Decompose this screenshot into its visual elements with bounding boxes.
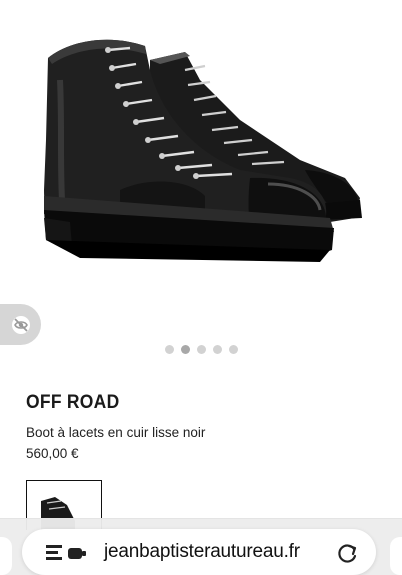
reload-icon[interactable]	[336, 541, 360, 565]
address-bar[interactable]: jeanbaptisterautureau.fr	[22, 529, 376, 575]
product-title: OFF ROAD	[26, 392, 120, 413]
pager-dot[interactable]	[196, 345, 206, 354]
product-description: Boot à lacets en cuir lisse noir	[26, 425, 206, 440]
boots-photo	[44, 39, 362, 262]
previous-tab-edge[interactable]	[0, 537, 12, 575]
pager-dot[interactable]	[228, 345, 238, 354]
product-image[interactable]	[0, 0, 402, 330]
url-text[interactable]: jeanbaptisterautureau.fr	[104, 541, 300, 563]
pager-dot[interactable]	[164, 345, 174, 354]
browser-bottom-bar: jeanbaptisterautureau.fr	[0, 518, 402, 575]
pager-dot[interactable]	[212, 345, 222, 354]
product-price: 560,00 €	[26, 446, 79, 461]
image-pager	[0, 345, 402, 355]
reader-mode-icon[interactable]	[44, 543, 90, 563]
pager-dot-active[interactable]	[180, 345, 190, 354]
next-tab-edge[interactable]	[390, 537, 402, 575]
eye-slash-icon[interactable]	[0, 304, 41, 345]
